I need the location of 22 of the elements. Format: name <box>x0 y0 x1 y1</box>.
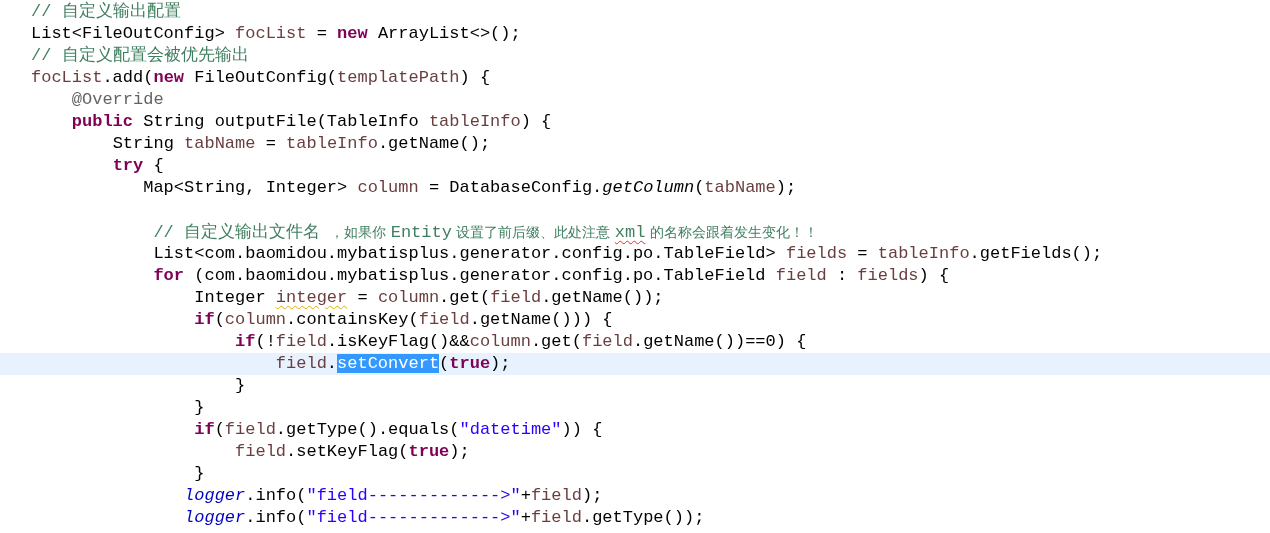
code-line: Integer integer = column.get(field.getName()); <box>193 287 665 309</box>
code-line: List<com.baomidou.mybatisplus.generator.config.po.TableField> fields = tableInfo.getFields(); <box>152 243 1104 265</box>
code-line: if(column.containsKey(field.getName())) { <box>193 309 614 331</box>
code-line: } <box>193 397 206 419</box>
code-line: focList.add(new FileOutConfig(templatePath) { <box>30 67 492 89</box>
code-line: } <box>193 463 206 485</box>
code-line: if(field.getType().equals("datetime")) { <box>193 419 604 441</box>
code-line: // 自定义输出配置 <box>30 1 182 23</box>
code-line: // 自定义输出文件名 ，如果你 Entity 设置了前后缀、此处注意 xml 的名称会跟着发生变化！！ <box>152 221 819 243</box>
code-line: String tabName = tableInfo.getName(); <box>111 133 492 155</box>
code-line: logger.info("field------------->"+field.getType()); <box>183 507 706 529</box>
code-line: for (com.baomidou.mybatisplus.generator.config.po.TableField field : fields) { <box>152 265 951 287</box>
code-line: field.setKeyFlag(true); <box>234 441 471 463</box>
code-line: public String outputFile(TableInfo tableInfo) { <box>70 111 553 133</box>
code-line: List<FileOutConfig> focList = new ArrayList<>(); <box>30 23 522 45</box>
code-line: if(!field.isKeyFlag()&&column.get(field.getName())==0) { <box>234 331 808 353</box>
code-line: // 自定义配置会被优先输出 <box>30 45 250 67</box>
code-line: logger.info("field------------->"+field); <box>183 485 604 507</box>
code-line: @Override <box>70 89 165 111</box>
code-line: try { <box>111 155 165 177</box>
code-line: } <box>234 375 247 397</box>
code-line: Map<String, Integer> column = DatabaseConfig.getColumn(tabName); <box>142 177 798 199</box>
